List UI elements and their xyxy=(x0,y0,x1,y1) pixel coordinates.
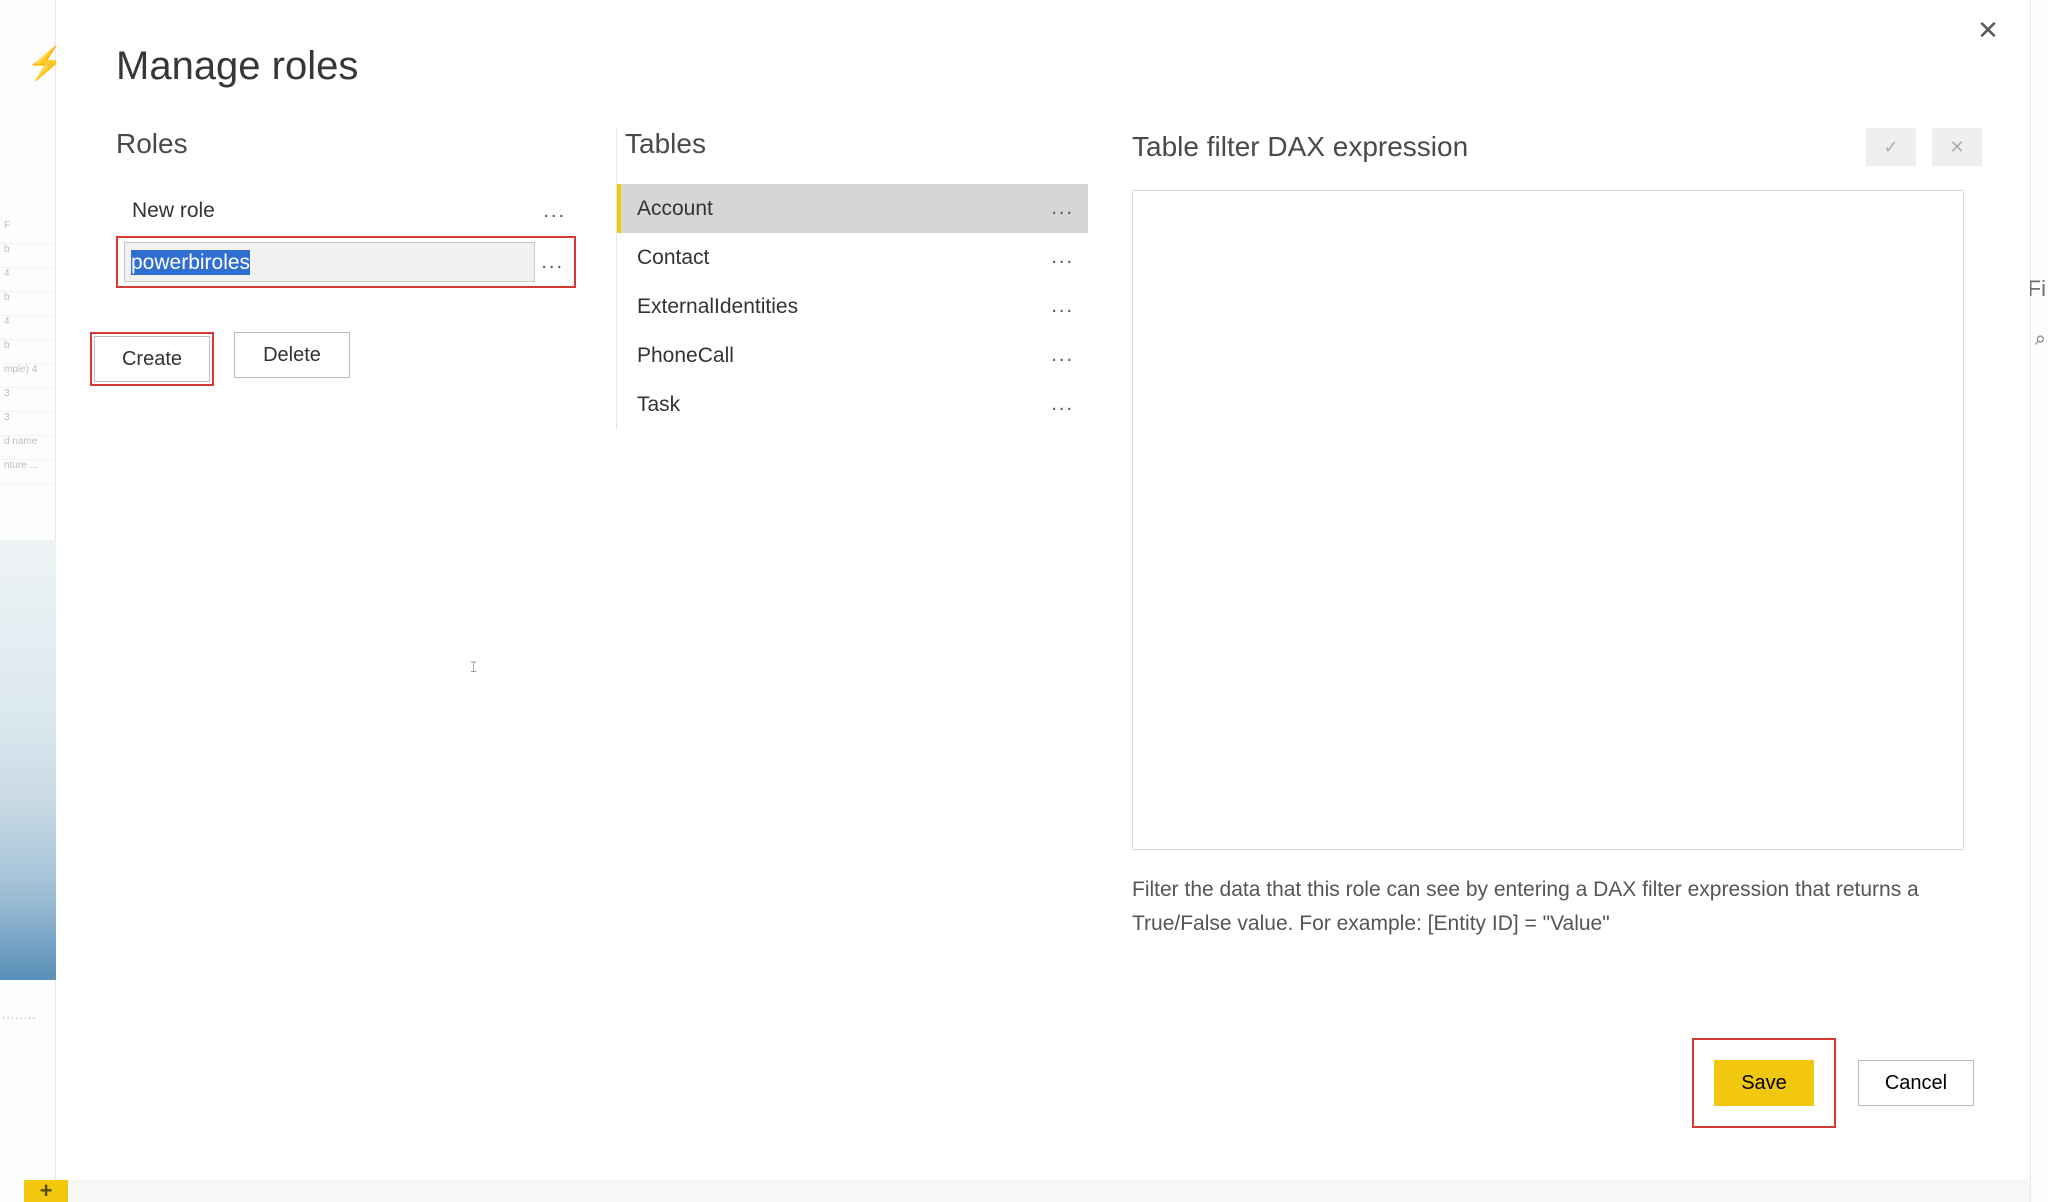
add-page-tab[interactable]: + xyxy=(24,1180,68,1202)
roles-list: New role ... powerbiroles ... xyxy=(116,188,576,288)
roles-buttons: Create Delete xyxy=(90,332,576,386)
ellipsis-icon[interactable]: ... xyxy=(1045,393,1080,416)
role-name-input[interactable]: powerbiroles xyxy=(124,242,535,282)
dax-header: Table filter DAX expression xyxy=(1132,131,1468,163)
role-item-new-role[interactable]: New role ... xyxy=(116,188,576,234)
save-button-highlight: Save xyxy=(1692,1038,1836,1128)
bg-row: mple) 4 xyxy=(0,364,55,388)
table-item-task[interactable]: Task ... xyxy=(617,380,1088,429)
table-item-contact[interactable]: Contact ... xyxy=(617,233,1088,282)
dots: ........ xyxy=(2,1008,37,1022)
dialog-title: Manage roles xyxy=(116,44,358,89)
ellipsis-icon[interactable]: ... xyxy=(537,200,572,223)
dax-expression-input[interactable] xyxy=(1132,190,1964,850)
bg-row: d name xyxy=(0,436,55,460)
create-button[interactable]: Create xyxy=(94,336,210,382)
table-name: Contact xyxy=(637,246,709,270)
map-thumbnail xyxy=(0,540,56,980)
dax-column: Table filter DAX expression ✓ ✕ Filter t… xyxy=(1132,128,1982,940)
background-right-strip: Fi ⌕ xyxy=(2030,0,2048,1202)
tables-list: Account ... Contact ... ExternalIdentiti… xyxy=(617,184,1088,429)
ellipsis-icon[interactable]: ... xyxy=(1045,246,1080,269)
save-button[interactable]: Save xyxy=(1714,1060,1814,1106)
table-name: Account xyxy=(637,197,713,221)
table-item-phonecall[interactable]: PhoneCall ... xyxy=(617,331,1088,380)
table-name: PhoneCall xyxy=(637,344,734,368)
close-button[interactable]: ✕ xyxy=(1974,16,2002,44)
table-item-externalidentities[interactable]: ExternalIdentities ... xyxy=(617,282,1088,331)
dax-confirm-button[interactable]: ✓ xyxy=(1866,128,1916,166)
role-name: New role xyxy=(132,199,215,223)
dax-confirm-buttons: ✓ ✕ xyxy=(1866,128,1982,166)
manage-roles-dialog: ✕ Manage roles Roles New role ... powerb… xyxy=(56,0,2030,1180)
bg-row: 4 xyxy=(0,316,55,340)
table-name: ExternalIdentities xyxy=(637,295,798,319)
bg-row: b xyxy=(0,340,55,364)
role-item-editing[interactable]: powerbiroles ... xyxy=(116,236,576,288)
bg-row: b xyxy=(0,244,55,268)
ellipsis-icon[interactable]: ... xyxy=(1045,197,1080,220)
ellipsis-icon[interactable]: ... xyxy=(535,251,570,274)
ellipsis-icon[interactable]: ... xyxy=(1045,295,1080,318)
search-icon: ⌕ xyxy=(2035,328,2046,351)
tables-column: Tables Account ... Contact ... ExternalI… xyxy=(616,128,1088,429)
table-name: Task xyxy=(637,393,680,417)
cursor-icon: ꕯ xyxy=(470,659,477,676)
dax-cancel-button[interactable]: ✕ xyxy=(1932,128,1982,166)
bg-row: F xyxy=(0,220,55,244)
tables-header: Tables xyxy=(625,128,1088,160)
dax-help-text: Filter the data that this role can see b… xyxy=(1132,873,1952,940)
cancel-button[interactable]: Cancel xyxy=(1858,1060,1974,1106)
dax-header-row: Table filter DAX expression ✓ ✕ xyxy=(1132,128,1982,166)
filters-text: Fi xyxy=(2028,276,2046,302)
dialog-footer: Save Cancel xyxy=(1692,1038,1974,1128)
table-item-account[interactable]: Account ... xyxy=(617,184,1088,233)
roles-column: Roles New role ... powerbiroles ... Crea… xyxy=(116,128,576,386)
bg-row: 3 xyxy=(0,388,55,412)
create-button-highlight: Create xyxy=(90,332,214,386)
bg-row: 4 xyxy=(0,268,55,292)
bg-row: 3 xyxy=(0,412,55,436)
background-left-strip: ⚡ F b 4 b 4 b mple) 4 3 3 d name nture .… xyxy=(0,0,56,1202)
ellipsis-icon[interactable]: ... xyxy=(1045,344,1080,367)
roles-header: Roles xyxy=(116,128,576,160)
bg-row: b xyxy=(0,292,55,316)
bg-row: nture ... xyxy=(0,460,55,484)
delete-button[interactable]: Delete xyxy=(234,332,350,378)
